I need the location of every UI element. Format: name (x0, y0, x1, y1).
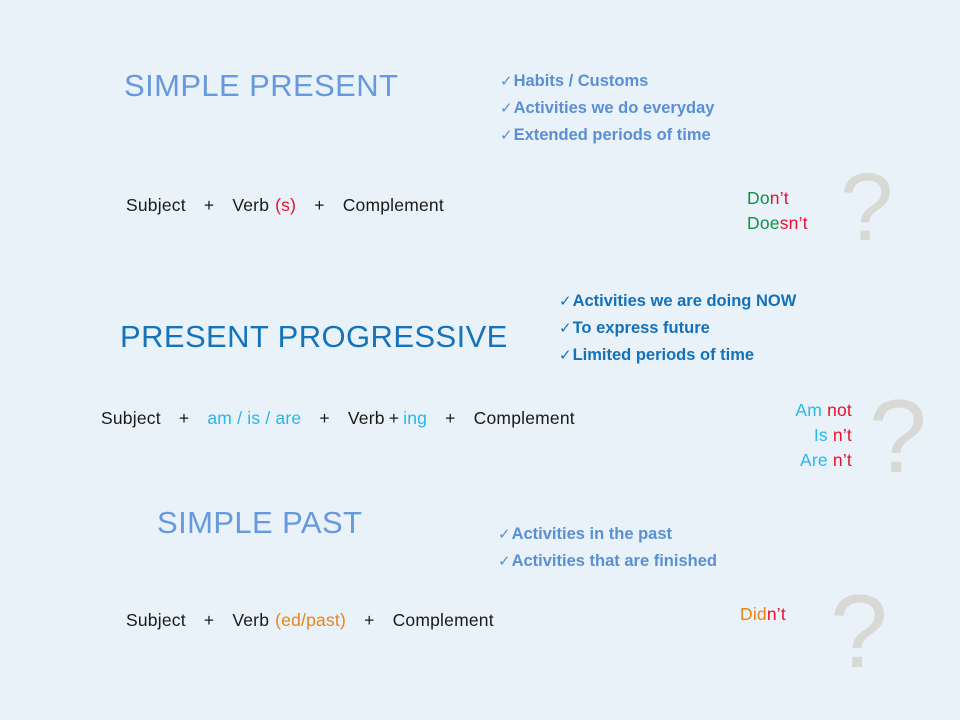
slide-canvas: SIMPLE PRESENT ✓Habits / Customs ✓Activi… (0, 0, 960, 720)
question-mark-icon: ? (869, 379, 927, 495)
check-icon: ✓ (559, 320, 572, 337)
formula-simple-present: Subject + Verb (s) + Complement (126, 195, 444, 216)
formula-plus-inner: + (388, 408, 400, 428)
formula-simple-past: Subject + Verb (ed/past) + Complement (126, 610, 494, 631)
negative-contraction: n’t (832, 425, 852, 445)
check-icon: ✓ (498, 553, 511, 570)
list-item: ✓Activities in the past (498, 521, 717, 548)
section-heading-simple-past: SIMPLE PAST (157, 505, 363, 540)
formula-verb-suffix: (ed/past) (275, 610, 347, 630)
formula-subject: Subject (101, 408, 161, 428)
list-item-label: Limited periods of time (572, 346, 755, 364)
bullet-list-present-progressive: ✓Activities we are doing NOW ✓To express… (559, 288, 796, 369)
list-item: ✓Limited periods of time (559, 342, 796, 369)
negative-stem: Doe (747, 213, 780, 233)
list-item-label: Activities we do everyday (513, 99, 715, 117)
section-heading-present-progressive: PRESENT PROGRESSIVE (120, 319, 508, 354)
check-icon: ✓ (559, 293, 572, 310)
negative-stem: Did (740, 604, 767, 624)
negative-form: Are n’t (700, 448, 852, 473)
list-item-label: Activities that are finished (511, 552, 717, 570)
list-item-label: Activities we are doing NOW (572, 292, 797, 310)
negative-form: Don’t (747, 186, 808, 211)
formula-verb: Verb (232, 195, 270, 215)
negative-form: Am not (700, 398, 852, 423)
formula-verb-suffix: (s) (275, 195, 297, 215)
negative-contraction: not (827, 400, 852, 420)
negative-form: Is n’t (700, 423, 852, 448)
bullet-list-simple-present: ✓Habits / Customs ✓Activities we do ever… (500, 68, 714, 149)
list-item: ✓To express future (559, 315, 796, 342)
formula-complement: Complement (342, 195, 444, 215)
question-mark-icon: ? (830, 574, 888, 690)
check-icon: ✓ (500, 100, 513, 117)
check-icon: ✓ (498, 526, 511, 543)
bullet-list-simple-past: ✓Activities in the past ✓Activities that… (498, 521, 717, 575)
formula-plus: + (178, 408, 190, 428)
negative-stem: Am (795, 400, 822, 420)
formula-present-progressive: Subject + am / is / are + Verb + ing + Com… (101, 408, 575, 429)
list-item-label: Activities in the past (511, 525, 673, 543)
check-icon: ✓ (559, 347, 572, 364)
formula-subject: Subject (126, 610, 186, 630)
formula-plus: + (203, 195, 215, 215)
list-item-label: Extended periods of time (513, 126, 711, 144)
question-mark-icon: ? (840, 154, 894, 261)
formula-verb: Verb (347, 408, 385, 428)
list-item: ✓Activities that are finished (498, 548, 717, 575)
formula-complement: Complement (392, 610, 494, 630)
list-item: ✓Activities we are doing NOW (559, 288, 796, 315)
negative-form: Didn’t (740, 602, 786, 627)
negative-forms-present-progressive: Am not Is n’t Are n’t (700, 398, 852, 473)
negative-stem: Is (813, 425, 828, 445)
formula-subject: Subject (126, 195, 186, 215)
list-item-label: Habits / Customs (513, 72, 649, 90)
negative-contraction: n’t (832, 450, 852, 470)
section-heading-simple-present: SIMPLE PRESENT (124, 68, 399, 103)
negative-forms-simple-past: Didn’t (740, 602, 786, 627)
check-icon: ✓ (500, 127, 513, 144)
list-item: ✓Extended periods of time (500, 122, 714, 149)
formula-plus: + (314, 195, 325, 215)
formula-complement: Complement (473, 408, 575, 428)
formula-auxiliaries: am / is / are (207, 408, 302, 428)
negative-stem: Are (800, 450, 828, 470)
formula-plus: + (319, 408, 330, 428)
negative-stem: Do (747, 188, 770, 208)
negative-form: Doesn’t (747, 211, 808, 236)
list-item: ✓Activities we do everyday (500, 95, 714, 122)
list-item-label: To express future (572, 319, 710, 337)
formula-plus: + (445, 408, 456, 428)
formula-plus: + (203, 610, 215, 630)
negative-contraction: n’t (766, 604, 786, 624)
formula-plus: + (364, 610, 375, 630)
list-item: ✓Habits / Customs (500, 68, 714, 95)
negative-forms-simple-present: Don’t Doesn’t (747, 186, 808, 236)
formula-verb-suffix: ing (403, 408, 428, 428)
check-icon: ✓ (500, 73, 513, 90)
formula-verb: Verb (232, 610, 270, 630)
negative-contraction: n’t (769, 188, 789, 208)
negative-contraction: sn’t (779, 213, 808, 233)
